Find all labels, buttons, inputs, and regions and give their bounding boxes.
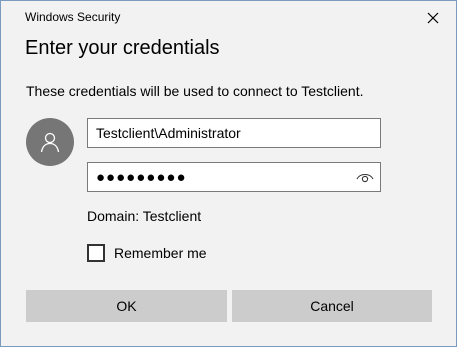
eye-icon[interactable]: [356, 170, 374, 184]
close-icon: [427, 12, 439, 24]
ok-button[interactable]: OK: [26, 290, 227, 322]
credentials-dialog: Windows Security Enter your credentials …: [0, 0, 457, 347]
dialog-heading: Enter your credentials: [25, 37, 220, 59]
cancel-button[interactable]: Cancel: [232, 290, 432, 322]
username-input[interactable]: Testclient\Administrator: [87, 118, 381, 148]
user-icon: [40, 132, 60, 153]
password-value: ●●●●●●●●●: [96, 168, 187, 186]
dialog-description: These credentials will be used to connec…: [26, 83, 364, 99]
avatar: [26, 118, 74, 166]
window-title: Windows Security: [25, 10, 121, 24]
domain-text: Domain: Testclient: [87, 208, 202, 224]
remember-me-checkbox[interactable]: Remember me: [87, 244, 207, 262]
close-button[interactable]: [422, 7, 444, 29]
username-value: Testclient\Administrator: [96, 125, 241, 141]
password-input[interactable]: ●●●●●●●●●: [87, 162, 381, 192]
title-bar: Windows Security: [1, 1, 456, 33]
checkbox-box[interactable]: [87, 244, 105, 262]
remember-me-label: Remember me: [114, 245, 207, 261]
